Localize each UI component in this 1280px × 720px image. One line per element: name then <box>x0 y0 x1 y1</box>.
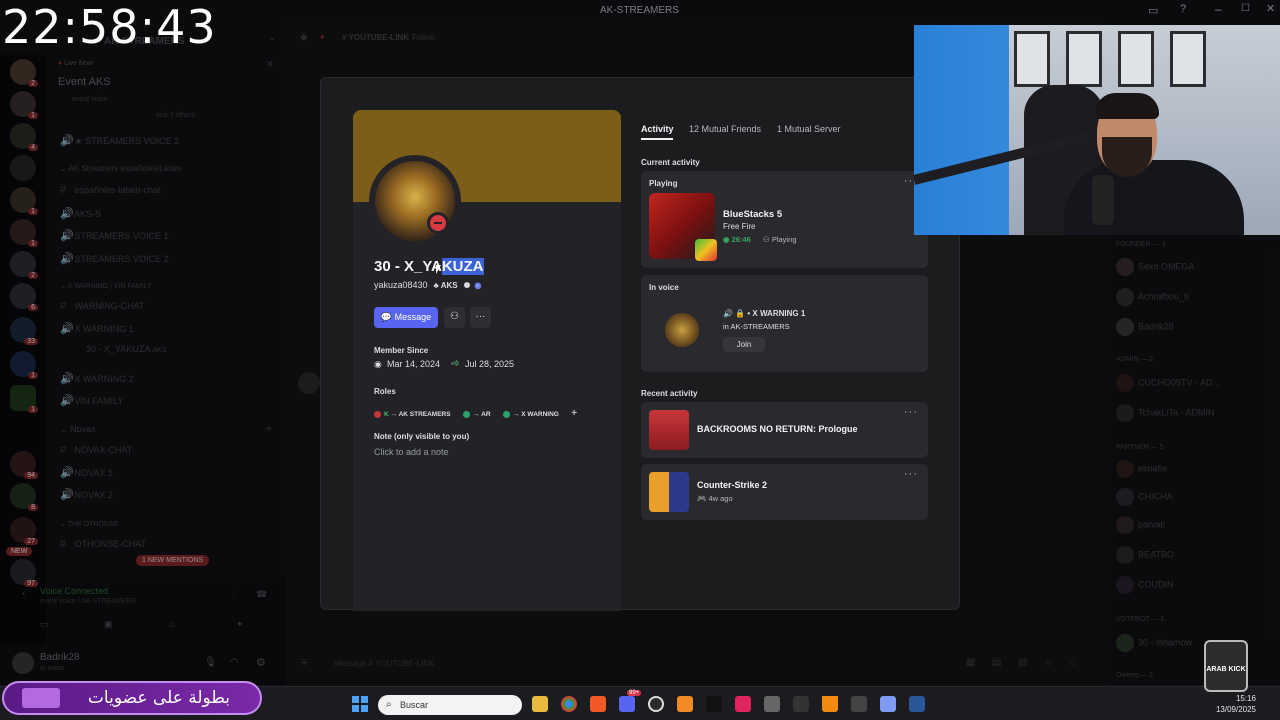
tab-activity[interactable]: Activity <box>641 124 674 134</box>
discord-member-since: Mar 14, 2024 <box>387 359 441 369</box>
message-button[interactable]: 💬 Message <box>374 307 438 328</box>
recent-item[interactable]: Counter-Strike 2 🎮 4w ago ··· <box>641 464 928 520</box>
dnd-status-icon <box>427 212 449 234</box>
word-icon[interactable] <box>909 696 925 712</box>
in-voice-panel: In voice 🔊 🔒 • X WARNING 1 in AK-STREAME… <box>641 275 928 372</box>
tiktok-live-icon[interactable] <box>735 696 751 712</box>
member-since-label: Member Since <box>374 346 429 355</box>
taskbar-search[interactable]: ⌕ Buscar <box>378 695 522 715</box>
app-icon[interactable] <box>764 696 780 712</box>
role-pill[interactable]: → X WARNING <box>502 410 559 418</box>
bluestacks-icon <box>695 239 717 261</box>
server-icon: ✲ <box>453 359 460 368</box>
tab-mutual-friends[interactable]: 12 Mutual Friends <box>689 124 761 134</box>
promo-banner: بطولة على عضويات <box>2 681 262 715</box>
elapsed-time: ◉ 26:46 <box>723 235 751 244</box>
voice-server: in AK-STREAMERS <box>723 322 790 331</box>
help-icon[interactable]: ? <box>1180 3 1186 15</box>
profile-modal: 30 - X_YAKUZA yakuza08430 ♣ AKS ✺ ◉ 💬 Messa… <box>320 77 960 611</box>
server-tag[interactable]: ♣ AKS <box>434 281 458 290</box>
add-role-icon[interactable]: + <box>571 408 577 419</box>
game-title: BlueStacks 5 <box>723 209 783 220</box>
discord-icon[interactable]: 99+ <box>619 690 642 712</box>
active-tab-indicator <box>641 138 673 140</box>
tab-mutual-server[interactable]: 1 Mutual Server <box>777 124 841 134</box>
recent-title: BACKROOMS NO RETURN: Prologue <box>697 424 858 434</box>
role-pill[interactable]: → AR <box>463 410 491 418</box>
add-friend-button[interactable]: ⚇ <box>444 307 465 328</box>
note-label: Note (only visible to you) <box>374 432 470 441</box>
terminal-icon[interactable] <box>793 696 809 712</box>
badge-icon[interactable]: ✺ <box>464 281 471 290</box>
profile-avatar[interactable] <box>369 155 461 247</box>
webcam-overlay <box>914 25 1280 235</box>
app-icon[interactable] <box>880 696 896 712</box>
voice-avatar <box>665 313 699 347</box>
close-icon[interactable]: ✕ <box>1266 2 1275 15</box>
file-explorer-icon[interactable] <box>532 696 548 712</box>
current-activity-label: Current activity <box>641 158 700 167</box>
discord-icon: ◉ <box>374 359 382 369</box>
app-icon[interactable] <box>677 696 693 712</box>
playing-label: Playing <box>649 179 678 188</box>
tiktok-icon[interactable] <box>706 696 722 712</box>
server-member-since: Jul 28, 2025 <box>465 359 515 369</box>
chrome-icon[interactable] <box>561 696 577 712</box>
username: yakuza08430 ♣ AKS ✺ ◉ <box>374 280 482 290</box>
note-input[interactable]: Click to add a note <box>374 447 449 457</box>
clock-overlay: 22:58:43 <box>2 0 217 54</box>
app-window: AK-STREAMERS ▭ ? – ☐ ✕ 2 1 4 1 1 2 6 33 … <box>0 0 1280 720</box>
app-icon[interactable] <box>851 696 867 712</box>
voice-channel: 🔊 🔒 • X WARNING 1 <box>723 309 806 318</box>
game-subtitle: Free Fire <box>723 222 756 231</box>
recent-activity-label: Recent activity <box>641 389 698 398</box>
windows-start-icon[interactable] <box>352 696 368 712</box>
profile-card: 30 - X_YAKUZA yakuza08430 ♣ AKS ✺ ◉ 💬 Messa… <box>353 110 621 611</box>
in-voice-label: In voice <box>649 283 679 292</box>
promo-logo <box>22 688 60 708</box>
vlc-icon[interactable] <box>822 696 838 712</box>
window-title: AK-STREAMERS <box>600 5 679 16</box>
inbox-icon[interactable]: ▭ <box>1148 4 1158 17</box>
more-icon[interactable]: ··· <box>904 406 918 418</box>
recent-title: Counter-Strike 2 <box>697 480 768 490</box>
minimize-icon[interactable]: – <box>1215 2 1222 16</box>
brave-icon[interactable] <box>590 696 606 712</box>
roles-list: K → AK STREAMERS → AR → X WARNING + <box>374 403 585 421</box>
cs2-icon <box>649 472 689 512</box>
recent-item[interactable]: BACKROOMS NO RETURN: Prologue ··· <box>641 402 928 458</box>
display-name: 30 - X_YAKUZA <box>374 258 484 275</box>
playing-status: ⚇ Playing <box>763 235 797 244</box>
mouse-cursor <box>436 265 441 274</box>
arab-kick-logo: ARAB KICK <box>1204 640 1248 692</box>
role-pill[interactable]: K → AK STREAMERS <box>374 410 451 418</box>
system-clock[interactable]: 15:16 13/09/2025 <box>1216 693 1256 715</box>
nitro-icon[interactable]: ◉ <box>474 281 481 290</box>
more-options-button[interactable]: ··· <box>470 307 491 328</box>
join-button[interactable]: Join <box>723 337 765 352</box>
maximize-icon[interactable]: ☐ <box>1241 3 1250 14</box>
playing-panel: Playing ··· BlueStacks 5 Free Fire ◉ 26:… <box>641 171 928 268</box>
roles-label: Roles <box>374 387 396 396</box>
game-cover <box>649 410 689 450</box>
obs-icon[interactable] <box>648 696 664 712</box>
search-icon: ⌕ <box>386 699 392 710</box>
more-icon[interactable]: ··· <box>904 468 918 480</box>
recent-sub: 🎮 4w ago <box>697 494 733 503</box>
